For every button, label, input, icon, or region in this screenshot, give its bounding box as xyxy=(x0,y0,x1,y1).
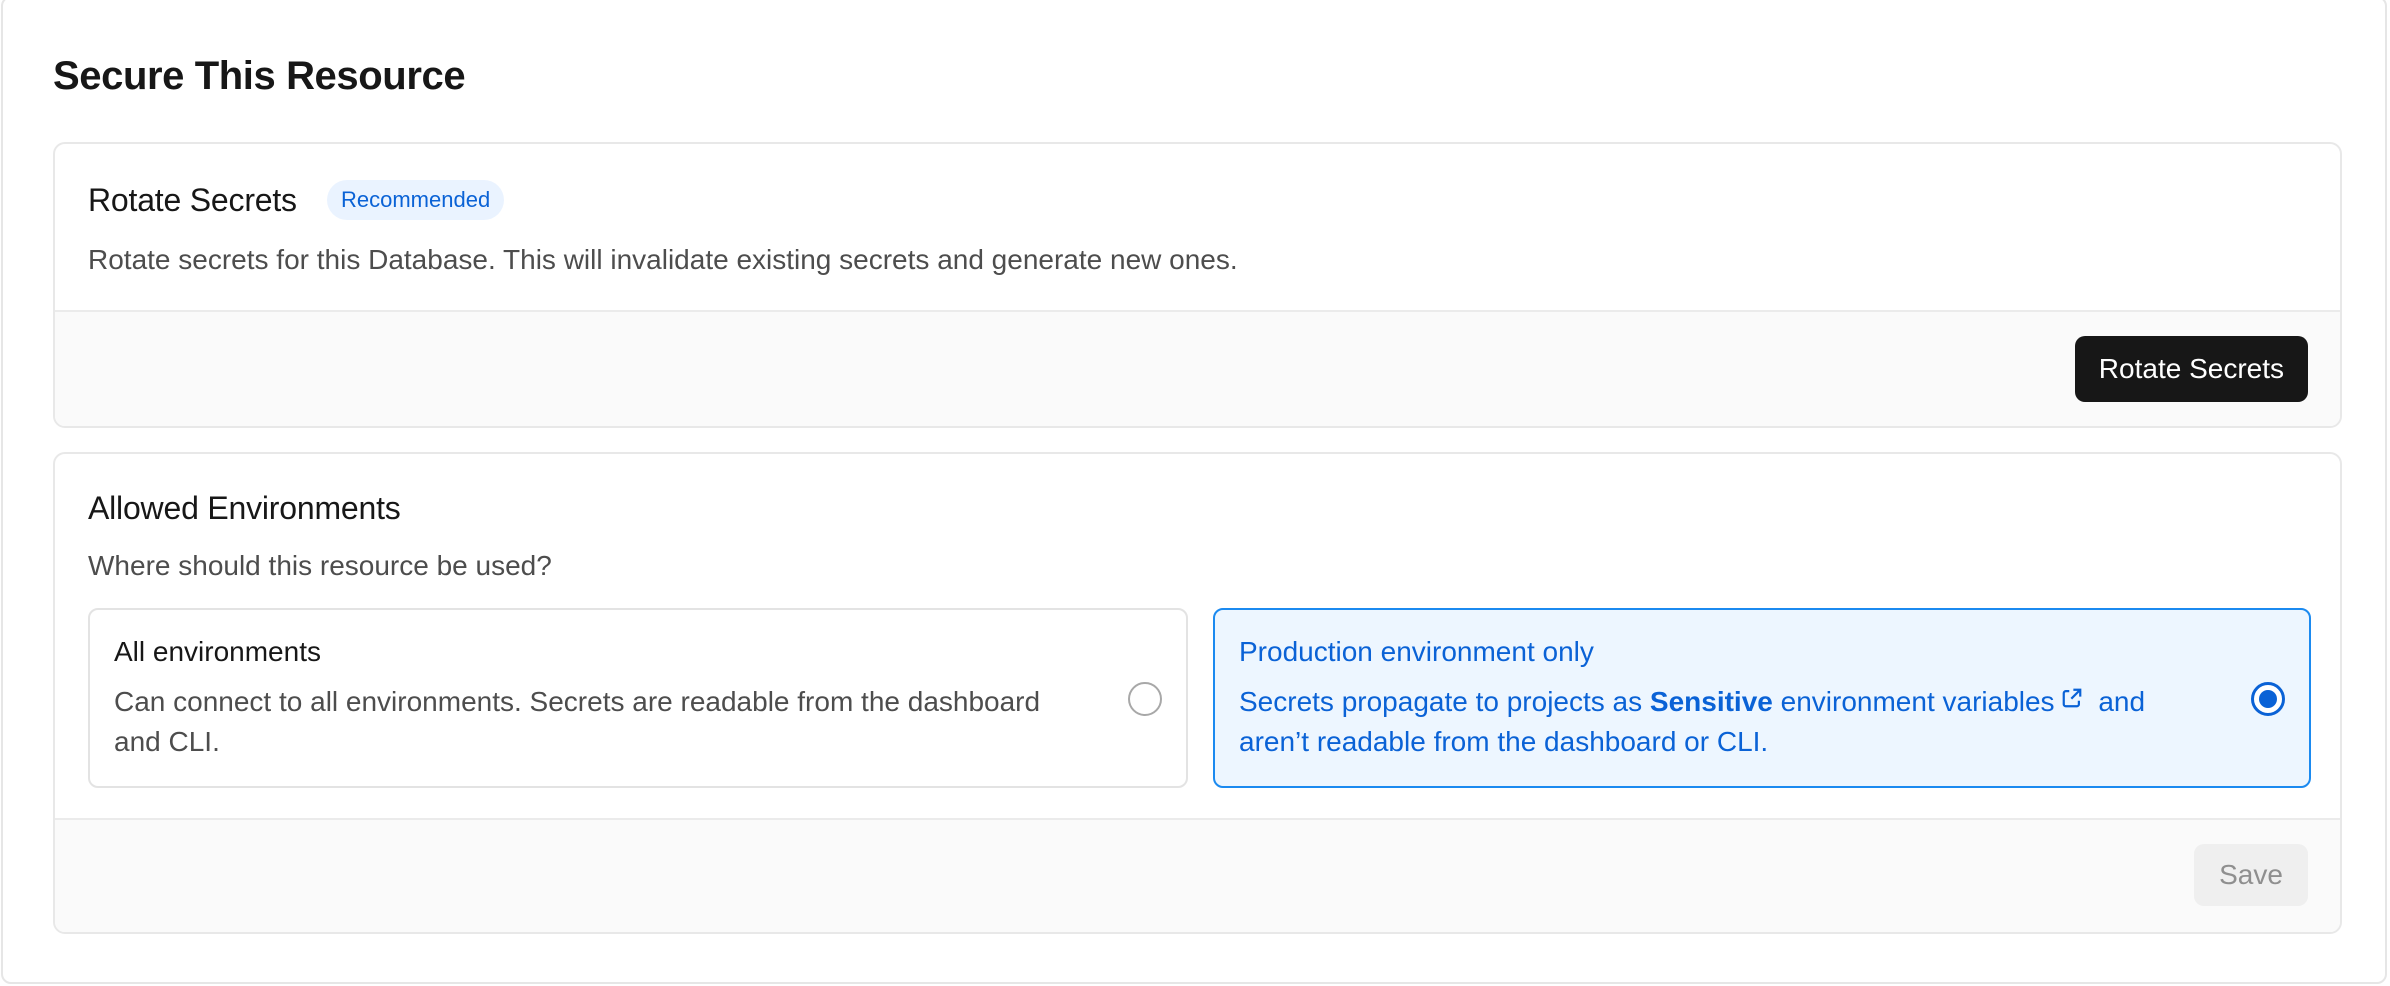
allowed-environments-footer: Save xyxy=(55,818,2340,932)
option-description: Can connect to all environments. Secrets… xyxy=(114,686,1041,757)
option-text-start: Secrets propagate to projects as xyxy=(1239,686,1650,717)
sensitive-label: Sensitive xyxy=(1649,686,1773,717)
allowed-environments-title: Allowed Environments xyxy=(88,490,401,526)
rotate-secrets-title: Rotate Secrets xyxy=(88,182,297,218)
option-description: Secrets propagate to projects as Sensiti… xyxy=(1239,682,2219,762)
radio-all-environments[interactable] xyxy=(1128,682,1162,716)
settings-panel: Secure This Resource Rotate Secrets Reco… xyxy=(1,0,2387,984)
rotate-secrets-description: Rotate secrets for this Database. This w… xyxy=(88,244,1238,275)
rotate-secrets-card: Rotate Secrets Recommended Rotate secret… xyxy=(53,142,2342,428)
save-button[interactable]: Save xyxy=(2194,844,2308,906)
rotate-secrets-footer: Rotate Secrets xyxy=(55,310,2340,426)
radio-selected-dot xyxy=(2259,690,2277,708)
rotate-secrets-button[interactable]: Rotate Secrets xyxy=(2074,336,2308,402)
option-production-only[interactable]: Production environment only Secrets prop… xyxy=(1213,608,2311,788)
allowed-environments-question: Where should this resource be used? xyxy=(88,550,552,581)
recommended-badge: Recommended xyxy=(327,180,505,220)
allowed-environments-card: Allowed Environments Where should this r… xyxy=(53,452,2342,934)
environment-variables-link[interactable]: environment variables xyxy=(1773,686,2055,717)
option-title: Production environment only xyxy=(1239,636,1594,667)
page-title: Secure This Resource xyxy=(53,54,466,98)
radio-production-only[interactable] xyxy=(2251,682,2285,716)
option-all-environments[interactable]: All environments Can connect to all envi… xyxy=(88,608,1188,788)
external-link-icon[interactable] xyxy=(2061,687,2083,709)
option-title: All environments xyxy=(114,636,321,667)
